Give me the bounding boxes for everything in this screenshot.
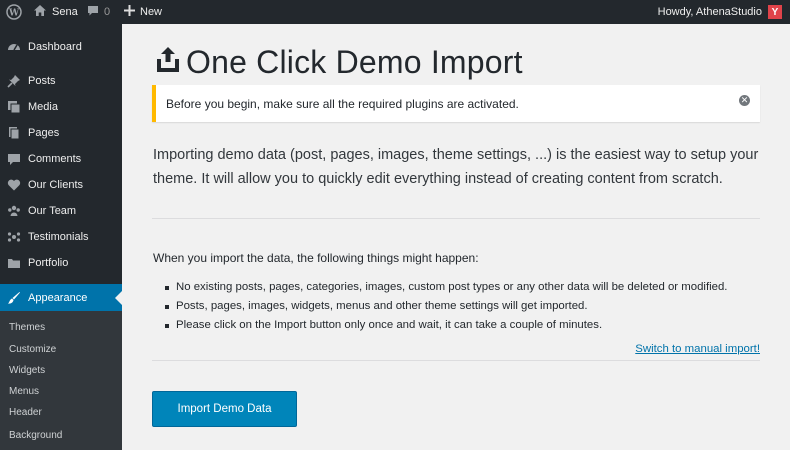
account-menu[interactable]: Howdy, AthenaStudio Y [658, 0, 782, 24]
portfolio-icon [6, 255, 22, 271]
sidebar-item-pages[interactable]: Pages [0, 120, 122, 146]
sidebar-item-label: Dashboard [28, 41, 82, 53]
switch-manual-import-link[interactable]: Switch to manual import! [635, 343, 760, 355]
howdy-text: Howdy, AthenaStudio [657, 6, 762, 18]
happen-heading: When you import the data, the following … [153, 251, 479, 265]
list-item: Please click on the Import button only o… [165, 316, 727, 335]
groups-icon [6, 203, 22, 219]
sidebar-item-our-team[interactable]: Our Team [0, 198, 122, 224]
import-demo-data-button[interactable]: Import Demo Data [152, 391, 297, 427]
comments-count: 0 [104, 6, 111, 18]
sidebar-item-label: Media [28, 101, 58, 113]
sidebar-item-dashboard[interactable]: Dashboard [0, 34, 122, 60]
plus-icon [124, 5, 135, 19]
submenu-item-customize[interactable]: Customize [9, 343, 56, 357]
submenu-item-widgets[interactable]: Widgets [9, 364, 45, 378]
pages-icon [6, 125, 22, 141]
divider [152, 218, 760, 219]
sidebar-item-our-clients[interactable]: Our Clients [0, 172, 122, 198]
sidebar-item-label: Our Clients [28, 179, 84, 191]
dashboard-icon [6, 39, 22, 55]
sidebar-item-media[interactable]: Media [0, 94, 122, 120]
page-title: One Click Demo Import [156, 44, 523, 81]
pin-icon [6, 73, 22, 89]
sidebar-item-portfolio[interactable]: Portfolio [0, 250, 122, 276]
submenu-item-header[interactable]: Header [9, 406, 42, 420]
heart-icon [6, 177, 22, 193]
sidebar-item-label: Appearance [28, 292, 88, 304]
notice-text: Before you begin, make sure all the requ… [166, 96, 519, 111]
sidebar-item-posts[interactable]: Posts [0, 68, 122, 94]
sidebar-item-label: Posts [28, 75, 56, 87]
comments-link[interactable]: 0 [87, 0, 110, 24]
sidebar-item-label: Testimonials [28, 231, 89, 243]
main-content: One Click Demo Import Before you begin, … [122, 24, 790, 450]
svg-text:W: W [8, 9, 20, 19]
warning-list: No existing posts, pages, categories, im… [165, 278, 727, 335]
page-title-text: One Click Demo Import [186, 44, 523, 80]
comment-icon [6, 151, 22, 167]
home-icon [33, 4, 47, 20]
admin-bar: W Sena 0 New Howdy, AthenaStudio Y [0, 0, 790, 24]
sidebar-item-testimonials[interactable]: Testimonials [0, 224, 122, 250]
divider [152, 360, 760, 361]
list-item: Posts, pages, images, widgets, menus and… [165, 297, 727, 316]
submenu-item-menus[interactable]: Menus [9, 385, 39, 399]
site-name: Sena [52, 6, 78, 18]
site-name-link[interactable]: Sena [33, 0, 78, 24]
testimonials-icon [6, 229, 22, 245]
sidebar-item-label: Our Team [28, 205, 77, 217]
brush-icon [6, 290, 22, 306]
list-item: No existing posts, pages, categories, im… [165, 278, 727, 297]
sidebar-item-label: Pages [28, 127, 60, 139]
intro-text: Importing demo data (post, pages, images… [153, 147, 759, 187]
submenu-item-background[interactable]: Background [9, 429, 62, 443]
sidebar-item-label: Portfolio [28, 257, 69, 269]
plugins-notice: Before you begin, make sure all the requ… [152, 85, 760, 122]
new-label: New [140, 6, 163, 18]
comment-bubble-icon [87, 5, 99, 20]
sidebar-item-appearance[interactable]: Appearance [0, 284, 122, 312]
avatar: Y [768, 5, 782, 19]
dismiss-notice-icon[interactable]: ✕ [739, 95, 750, 106]
wordpress-logo-icon[interactable]: W [4, 0, 24, 24]
submenu-item-themes[interactable]: Themes [9, 321, 45, 335]
media-icon [6, 99, 22, 115]
appearance-submenu: Themes Customize Widgets Menus Header Ba… [0, 311, 122, 450]
sidebar-item-comments[interactable]: Comments [0, 146, 122, 172]
new-content-link[interactable]: New [124, 0, 162, 24]
sidebar-item-label: Comments [28, 153, 82, 165]
upload-icon [156, 47, 180, 78]
